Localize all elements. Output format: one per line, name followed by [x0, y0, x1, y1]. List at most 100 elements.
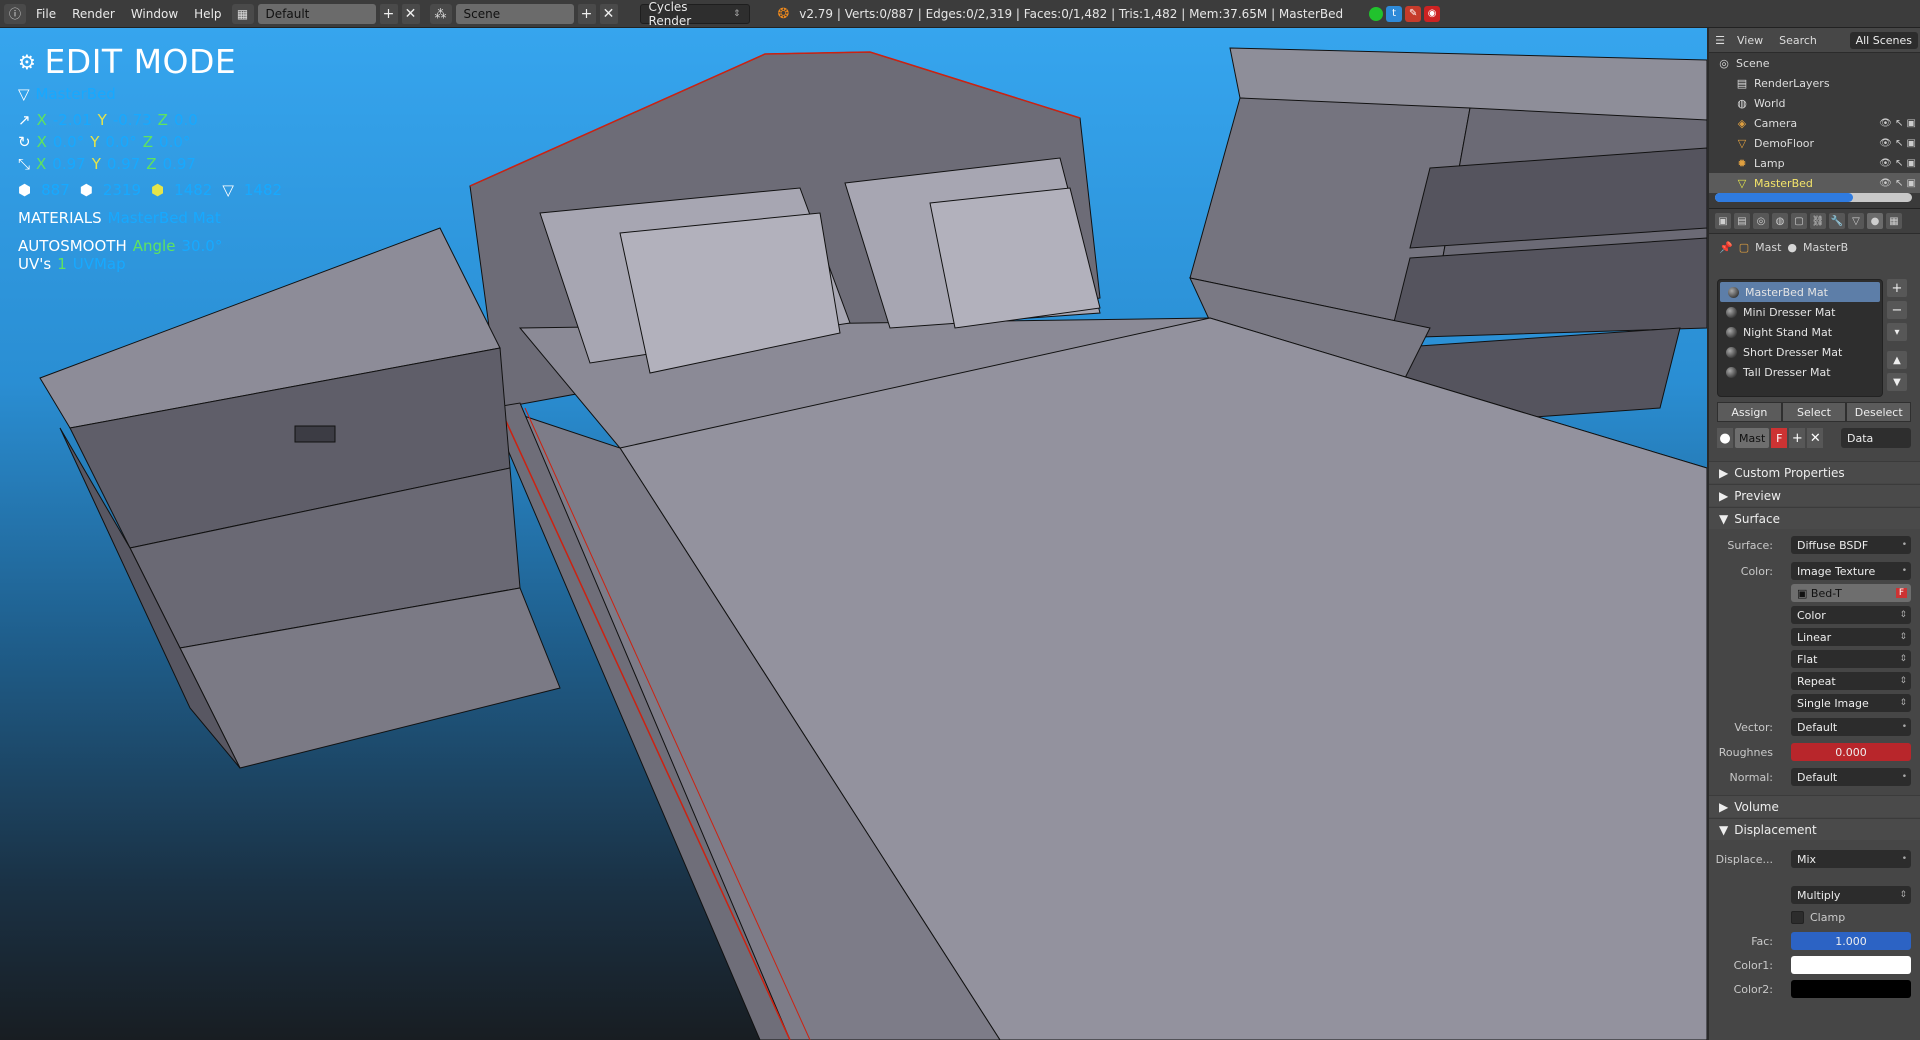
menu-render[interactable]: Render — [66, 4, 121, 24]
projection-select[interactable]: Flat ⇕ — [1791, 650, 1911, 668]
3d-viewport[interactable]: ⚙ EDIT MODE ▽ MasterBed ↗ X -2.01 Y -0.73 … — [0, 28, 1707, 1040]
displacement-value: Mix — [1797, 852, 1817, 866]
section-preview[interactable]: ▶ Preview — [1709, 484, 1920, 506]
image-datablock[interactable]: ▣ Bed-T F — [1791, 584, 1911, 602]
twitter-icon[interactable]: t — [1386, 5, 1403, 22]
color1-swatch[interactable] — [1791, 956, 1911, 974]
outliner-item-world[interactable]: ◍ World — [1709, 93, 1920, 113]
interpolation-row: Linear ⇕ — [1709, 627, 1920, 647]
tris-count: 1482 — [243, 181, 283, 199]
texture-tab-icon[interactable]: ▦ — [1886, 213, 1902, 229]
outliner-label: Lamp — [1754, 156, 1785, 170]
vector-row: Vector: Default • — [1709, 717, 1920, 737]
menu-window[interactable]: Window — [125, 4, 184, 24]
constraint-tab-icon[interactable]: ⛓ — [1810, 213, 1826, 229]
menu-help[interactable]: Help — [188, 4, 227, 24]
link-select[interactable]: Data — [1841, 428, 1911, 448]
list-item[interactable]: Mini Dresser Mat — [1718, 302, 1882, 322]
vector-select[interactable]: Default • — [1791, 718, 1911, 736]
section-custom-properties[interactable]: ▶ Custom Properties — [1709, 461, 1920, 483]
layers-tab-icon[interactable]: ▤ — [1734, 213, 1750, 229]
menu-file[interactable]: File — [30, 4, 62, 24]
triangle-down-icon: ▼ — [1719, 511, 1729, 526]
slot-specials-button[interactable]: ▾ — [1887, 323, 1907, 341]
visibility-icons[interactable]: 👁 ↖ ▣ — [1879, 118, 1916, 129]
deselect-button[interactable]: Deselect — [1846, 402, 1912, 422]
material-slot-list[interactable]: MasterBed Mat Mini Dresser Mat Night Sta… — [1717, 279, 1883, 397]
fake-user-button[interactable]: F — [1771, 428, 1788, 448]
list-item[interactable]: Short Dresser Mat — [1718, 342, 1882, 362]
object-tab-icon[interactable]: ▢ — [1791, 213, 1807, 229]
outliner-item-masterbed[interactable]: ▽ MasterBed 👁 ↖ ▣ — [1709, 173, 1920, 193]
assign-button[interactable]: Assign — [1717, 402, 1782, 422]
list-item[interactable]: Night Stand Mat — [1718, 322, 1882, 342]
outliner-item-demofloor[interactable]: ▽ DemoFloor 👁 ↖ ▣ — [1709, 133, 1920, 153]
scene-select-icon[interactable]: ⁂ — [429, 3, 452, 24]
screen-layout-icon[interactable]: ▦ — [231, 3, 254, 24]
pin-icon[interactable]: 📌 — [1719, 241, 1733, 254]
section-surface[interactable]: ▼ Surface — [1709, 507, 1920, 529]
outliner-search-menu[interactable]: Search — [1773, 34, 1823, 47]
render-engine-select[interactable]: Cycles Render ⇕ — [639, 0, 750, 28]
outliner-view-menu[interactable]: View — [1731, 34, 1769, 47]
outliner-header: ☰ View Search All Scenes — [1709, 28, 1920, 53]
addon-icon[interactable]: ◉ — [1424, 5, 1441, 22]
move-down-button[interactable]: ▼ — [1887, 373, 1907, 391]
outliner-item-camera[interactable]: ◈ Camera 👁 ↖ ▣ — [1709, 113, 1920, 133]
section-volume[interactable]: ▶ Volume — [1709, 795, 1920, 817]
status-green-icon[interactable] — [1369, 6, 1384, 21]
add-scene-button[interactable]: + — [577, 3, 596, 24]
world-tab-icon[interactable]: ◍ — [1772, 213, 1788, 229]
data-tab-icon[interactable]: ▽ — [1848, 213, 1864, 229]
clamp-checkbox[interactable]: Clamp — [1791, 910, 1845, 924]
visibility-icons[interactable]: 👁 ↖ ▣ — [1879, 178, 1916, 189]
outliner-item-lamp[interactable]: ✹ Lamp 👁 ↖ ▣ — [1709, 153, 1920, 173]
material-name-field[interactable]: Mast — [1735, 428, 1770, 448]
extension-select[interactable]: Repeat ⇕ — [1791, 672, 1911, 690]
outliner-filter-select[interactable]: All Scenes — [1849, 31, 1918, 49]
material-datablock-row: ● Mast F + ✕ Data — [1717, 428, 1911, 448]
add-slot-button[interactable]: + — [1887, 279, 1907, 297]
add-layout-button[interactable]: + — [379, 3, 398, 24]
delete-layout-button[interactable]: ✕ — [401, 3, 420, 24]
editor-type-icon[interactable]: ⓘ — [4, 3, 26, 24]
roughness-slider[interactable]: 0.000 — [1791, 743, 1911, 761]
color2-swatch[interactable] — [1791, 980, 1911, 998]
material-tab-icon[interactable]: ● — [1867, 213, 1883, 229]
scene-tab-icon[interactable]: ◎ — [1753, 213, 1769, 229]
list-item[interactable]: Tall Dresser Mat — [1718, 362, 1882, 382]
outliner-item-renderlayers[interactable]: ▤ RenderLayers — [1709, 73, 1920, 93]
list-item[interactable]: MasterBed Mat — [1720, 282, 1880, 302]
vertex-cube-icon: ⬢ — [18, 181, 32, 199]
select-button[interactable]: Select — [1781, 402, 1847, 422]
render-tab-icon[interactable]: ▣ — [1715, 213, 1731, 229]
pencil-icon[interactable]: ✎ — [1405, 5, 1422, 22]
unlink-material-button[interactable]: ✕ — [1807, 428, 1824, 448]
outliner-type-icon[interactable]: ☰ — [1713, 33, 1727, 47]
delete-scene-button[interactable]: ✕ — [599, 3, 618, 24]
displacement-select[interactable]: Mix • — [1791, 850, 1911, 868]
surface-select[interactable]: Diffuse BSDF • — [1791, 536, 1911, 554]
blend-row: Multiply ⇕ — [1709, 885, 1920, 905]
fac-slider[interactable]: 1.000 — [1791, 932, 1911, 950]
new-material-button[interactable]: + — [1789, 428, 1806, 448]
visibility-icons[interactable]: 👁 ↖ ▣ — [1879, 138, 1916, 149]
scene-field[interactable]: Scene — [455, 3, 574, 24]
outliner-scrollbar[interactable] — [1715, 193, 1912, 202]
blend-select[interactable]: Multiply ⇕ — [1791, 886, 1911, 904]
color2-row: Color2: — [1709, 979, 1920, 999]
visibility-icons[interactable]: 👁 ↖ ▣ — [1879, 158, 1916, 169]
color-space-select[interactable]: Color ⇕ — [1791, 606, 1911, 624]
interpolation-select[interactable]: Linear ⇕ — [1791, 628, 1911, 646]
section-label: Volume — [1734, 799, 1779, 814]
color-input-select[interactable]: Image Texture • — [1791, 562, 1911, 580]
layout-field[interactable]: Default — [257, 3, 376, 24]
section-displacement[interactable]: ▼ Displacement — [1709, 818, 1920, 840]
modifier-tab-icon[interactable]: 🔧 — [1829, 213, 1845, 229]
normal-select[interactable]: Default • — [1791, 768, 1911, 786]
source-select[interactable]: Single Image ⇕ — [1791, 694, 1911, 712]
material-browse-icon[interactable]: ● — [1717, 428, 1733, 448]
move-up-button[interactable]: ▲ — [1887, 351, 1907, 369]
outliner-item-scene[interactable]: ◎ Scene — [1709, 53, 1920, 73]
remove-slot-button[interactable]: − — [1887, 301, 1907, 319]
